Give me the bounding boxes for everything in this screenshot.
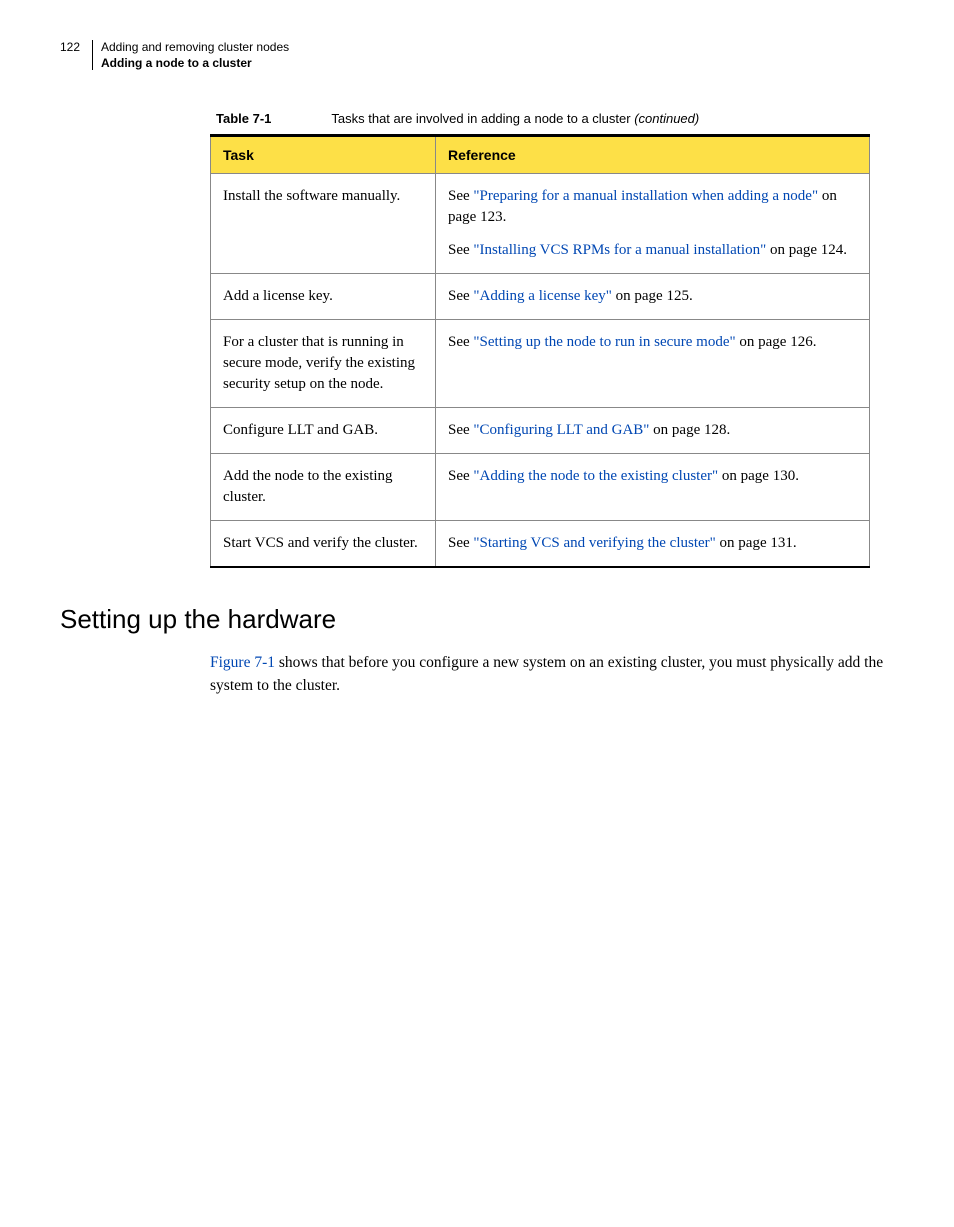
task-cell: Start VCS and verify the cluster. <box>211 521 436 568</box>
ref-suffix: on page 131. <box>716 535 797 551</box>
reference-block: See "Adding a license key" on page 125. <box>448 286 857 307</box>
table-row: Start VCS and verify the cluster. See "St… <box>211 521 870 568</box>
table-row: Install the software manually. See "Prepa… <box>211 174 870 274</box>
ref-suffix: on page 126. <box>736 334 817 350</box>
reference-block: See "Starting VCS and verifying the clus… <box>448 533 857 554</box>
reference-block: See "Preparing for a manual installation… <box>448 186 857 228</box>
reference-link[interactable]: "Setting up the node to run in secure mo… <box>473 334 735 350</box>
ref-prefix: See <box>448 334 473 350</box>
reference-block: See "Configuring LLT and GAB" on page 12… <box>448 420 857 441</box>
table-row: Add a license key. See "Adding a license … <box>211 274 870 320</box>
figure-link[interactable]: Figure 7-1 <box>210 654 275 671</box>
ref-prefix: See <box>448 468 473 484</box>
reference-cell: See "Starting VCS and verifying the clus… <box>436 521 870 568</box>
ref-prefix: See <box>448 188 473 204</box>
reference-block: See "Installing VCS RPMs for a manual in… <box>448 240 857 261</box>
reference-link[interactable]: "Adding a license key" <box>473 288 611 304</box>
ref-suffix: on page 128. <box>649 422 730 438</box>
reference-link[interactable]: "Adding the node to the existing cluster… <box>473 468 718 484</box>
reference-cell: See "Setting up the node to run in secur… <box>436 320 870 408</box>
ref-prefix: See <box>448 242 473 258</box>
table-row: For a cluster that is running in secure … <box>211 320 870 408</box>
task-cell: Add a license key. <box>211 274 436 320</box>
header-section: Adding a node to a cluster <box>101 56 289 72</box>
reference-block: See "Setting up the node to run in secur… <box>448 332 857 353</box>
reference-cell: See "Preparing for a manual installation… <box>436 174 870 274</box>
ref-suffix: on page 125. <box>612 288 693 304</box>
table-row: Add the node to the existing cluster. See… <box>211 454 870 521</box>
ref-prefix: See <box>448 535 473 551</box>
reference-link[interactable]: "Starting VCS and verifying the cluster" <box>473 535 715 551</box>
header-chapter: Adding and removing cluster nodes <box>101 40 289 56</box>
body-rest: shows that before you configure a new sy… <box>210 654 883 694</box>
ref-suffix: on page 130. <box>718 468 799 484</box>
col-task: Task <box>211 136 436 174</box>
reference-cell: See "Adding a license key" on page 125. <box>436 274 870 320</box>
section-heading: Setting up the hardware <box>60 604 894 635</box>
page-header: 122 Adding and removing cluster nodes Ad… <box>60 40 894 71</box>
reference-block: See "Adding the node to the existing clu… <box>448 466 857 487</box>
table-caption-suffix: (continued) <box>634 111 699 126</box>
table-label: Table 7-1 <box>216 111 271 126</box>
col-reference: Reference <box>436 136 870 174</box>
ref-prefix: See <box>448 288 473 304</box>
task-cell: For a cluster that is running in secure … <box>211 320 436 408</box>
body-paragraph: Figure 7-1 shows that before you configu… <box>210 651 894 698</box>
reference-link[interactable]: "Configuring LLT and GAB" <box>473 422 649 438</box>
reference-cell: See "Configuring LLT and GAB" on page 12… <box>436 408 870 454</box>
tasks-table: Task Reference Install the software manu… <box>210 134 870 568</box>
page-number: 122 <box>60 40 92 54</box>
table-caption-text: Tasks that are involved in adding a node… <box>331 111 634 126</box>
table-caption: Table 7-1 Tasks that are involved in addi… <box>216 111 894 126</box>
reference-cell: See "Adding the node to the existing clu… <box>436 454 870 521</box>
task-cell: Install the software manually. <box>211 174 436 274</box>
task-cell: Configure LLT and GAB. <box>211 408 436 454</box>
header-divider <box>92 40 93 70</box>
ref-suffix: on page 124. <box>766 242 847 258</box>
reference-link[interactable]: "Preparing for a manual installation whe… <box>473 188 818 204</box>
table-row: Configure LLT and GAB. See "Configuring L… <box>211 408 870 454</box>
ref-prefix: See <box>448 422 473 438</box>
reference-link[interactable]: "Installing VCS RPMs for a manual instal… <box>473 242 766 258</box>
task-cell: Add the node to the existing cluster. <box>211 454 436 521</box>
